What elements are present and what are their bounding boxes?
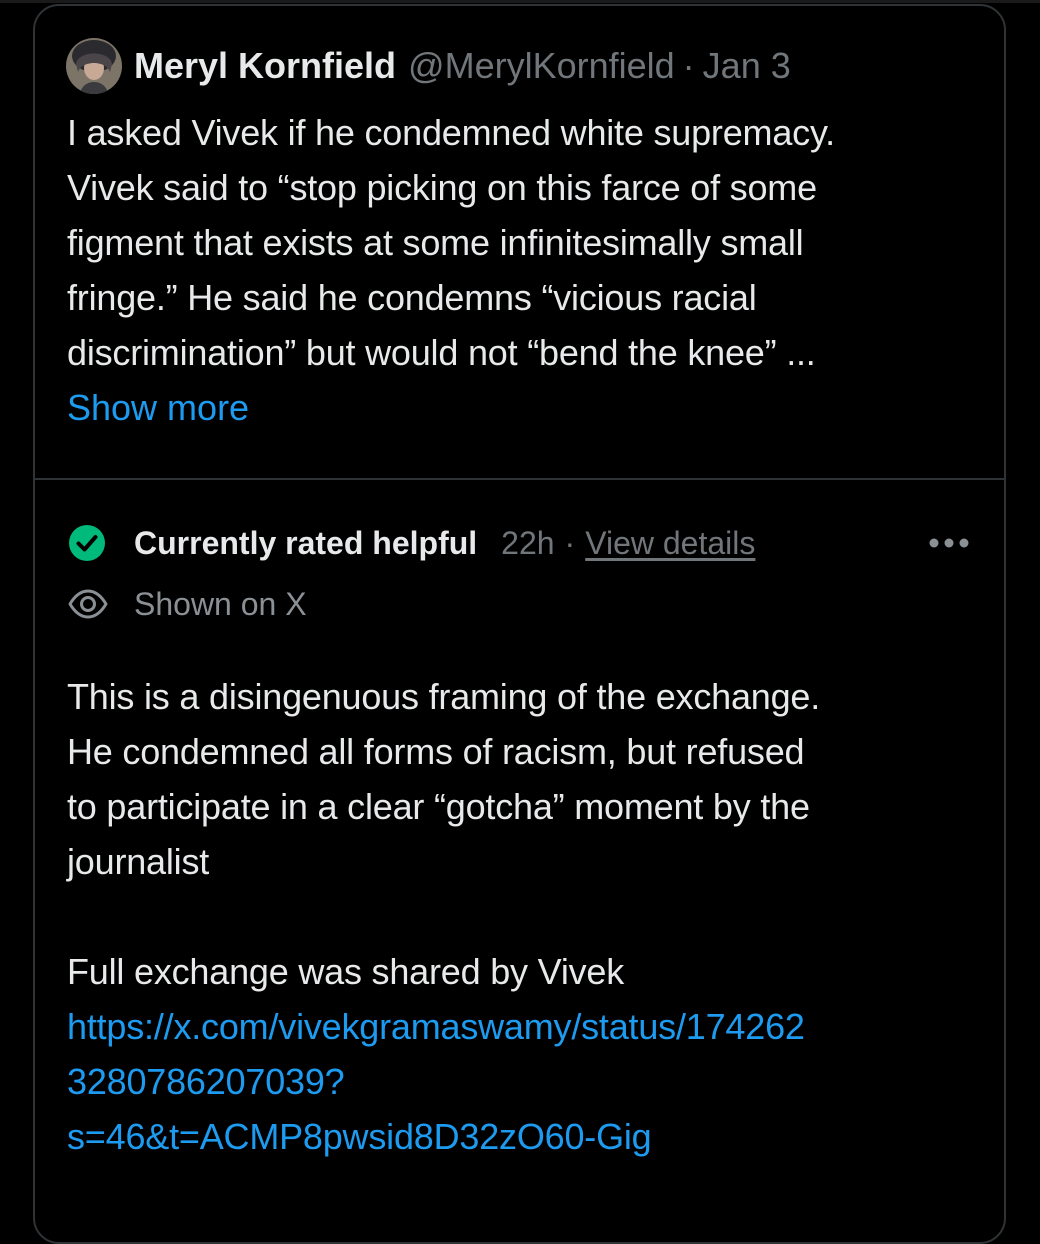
check-circle-icon <box>69 525 105 561</box>
eye-icon <box>68 589 108 619</box>
author-name[interactable]: Meryl Kornfield <box>134 45 396 87</box>
note-rating-status: Currently rated helpful <box>134 524 478 561</box>
note-body: This is a disingenuous framing of the ex… <box>67 676 821 992</box>
note-status-row: Currently rated helpful 22h · View detai… <box>68 521 755 565</box>
avatar[interactable] <box>66 38 122 94</box>
tweet-text: I asked Vivek if he condemned white supr… <box>67 112 835 373</box>
show-more-link[interactable]: Show more <box>67 380 249 435</box>
view-details-link[interactable]: View details <box>585 525 755 562</box>
tweet-header: Meryl Kornfield @MerylKornfield · Jan 3 <box>66 38 791 94</box>
note-separator: · <box>564 524 576 561</box>
top-edge-line <box>0 0 1040 3</box>
note-age: 22h <box>501 524 555 561</box>
note-divider <box>35 478 1004 480</box>
note-visibility-label: Shown on X <box>134 585 307 622</box>
post-date[interactable]: Jan 3 <box>703 45 791 87</box>
more-horizontal-icon[interactable] <box>929 537 969 549</box>
header-separator: · <box>682 45 695 86</box>
author-handle[interactable]: @MerylKornfield <box>408 45 675 87</box>
note-source-link[interactable]: https://x.com/vivekgramaswamy/status/174… <box>67 999 967 1164</box>
note-visibility-row: Shown on X <box>68 583 307 625</box>
